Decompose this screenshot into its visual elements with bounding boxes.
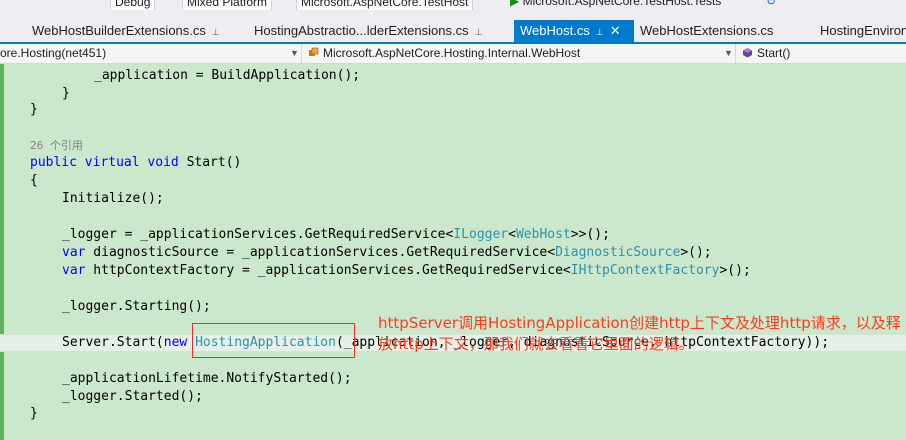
tab-hostingabstractions[interactable]: HostingAbstractio...lderExtensions.cs ⊥	[248, 20, 488, 42]
code-line: {	[30, 173, 38, 188]
annotation-note: httpServer调用HostingApplication创建http上下文及…	[378, 314, 901, 353]
code-text: >();	[680, 245, 712, 260]
keyword: var	[62, 245, 86, 260]
code-text: <	[508, 227, 516, 242]
document-tab-strip: WebHostBuilderExtensions.cs ⊥ HostingAbst…	[0, 10, 906, 44]
code-text: Server.Start(	[62, 335, 164, 350]
code-text: diagnosticSource = _applicationServices.…	[85, 245, 556, 260]
project-label: ore.Hosting(net451)	[0, 46, 107, 60]
class-icon	[309, 47, 319, 56]
member-label: Start()	[757, 46, 791, 60]
code-line-logger: _logger = _applicationServices.GetRequir…	[62, 226, 610, 244]
keyword: void	[147, 155, 179, 170]
pin-icon[interactable]: ⊥	[212, 27, 220, 37]
code-line: _applicationLifetime.NotifyStarted();	[62, 371, 352, 386]
tab-hostingenvironment[interactable]: HostingEnviron	[814, 20, 906, 42]
keyword: var	[62, 263, 86, 278]
member-dropdown[interactable]: Start()	[738, 44, 906, 63]
code-text: httpContextFactory = _applicationService…	[85, 263, 571, 278]
code-line-diagnostic: var diagnosticSource = _applicationServi…	[62, 244, 712, 262]
pin-icon[interactable]: ⊥	[596, 27, 604, 37]
navigation-bar: ore.Hosting(net451) ▼ Microsoft.AspNetCo…	[0, 44, 906, 64]
code-line-method-signature: public virtual void Start()	[30, 154, 241, 172]
keyword: virtual	[84, 155, 140, 170]
config-label: Debug	[115, 0, 151, 9]
chevron-down-icon: ▼	[290, 48, 299, 58]
tab-webhostextensions[interactable]: WebHostExtensions.cs	[634, 20, 779, 42]
type-name: IHttpContextFactory	[570, 263, 720, 278]
code-line: }	[62, 86, 70, 101]
code-text: _logger = _applicationServices.GetRequir…	[62, 227, 454, 242]
keyword: new	[163, 335, 188, 350]
platform-label: Mixed Platform	[187, 0, 268, 9]
type-name: DiagnosticSource	[555, 245, 681, 260]
run-target-label: Microsoft.AspNetCore.TestHost.Tests	[522, 0, 722, 8]
code-line: _logger.Started();	[62, 389, 203, 404]
annotation-highlight-box	[192, 323, 355, 358]
type-dropdown[interactable]: Microsoft.AspNetCore.Hosting.Internal.We…	[304, 44, 736, 63]
change-tracking-margin	[0, 64, 4, 440]
chevron-down-icon: ▼	[724, 48, 733, 58]
pin-icon[interactable]: ⊥	[475, 27, 483, 37]
tab-label: WebHostExtensions.cs	[640, 23, 774, 38]
startup-project-label: Microsoft.AspNetCore.TestHost	[301, 0, 469, 9]
type-name: ILogger	[453, 227, 509, 242]
code-line: _logger.Starting();	[62, 299, 211, 314]
method-icon	[743, 48, 752, 58]
code-editor[interactable]: _application = BuildApplication(); } } 2…	[0, 64, 906, 440]
keyword: public	[30, 155, 77, 170]
code-line: Initialize();	[62, 191, 164, 206]
code-line-httpcontext: var httpContextFactory = _applicationSer…	[62, 262, 751, 280]
code-text: >();	[719, 263, 751, 278]
type-name: WebHost	[515, 227, 571, 242]
project-dropdown[interactable]: ore.Hosting(net451) ▼	[0, 44, 302, 63]
code-text: >>();	[570, 227, 610, 242]
tab-webhostbuilderextensions[interactable]: WebHostBuilderExtensions.cs ⊥	[26, 20, 226, 42]
type-label: Microsoft.AspNetCore.Hosting.Internal.We…	[323, 46, 581, 60]
tab-webhost[interactable]: WebHost.cs ⊥ ✕	[514, 20, 634, 42]
tab-label: HostingEnviron	[820, 23, 906, 38]
code-line: }	[30, 102, 38, 117]
code-line: _application = BuildApplication();	[94, 68, 361, 83]
tab-label: HostingAbstractio...lderExtensions.cs	[254, 23, 469, 38]
reference-count-link[interactable]: 26 个引用	[30, 137, 83, 155]
run-button[interactable]: ▶ Microsoft.AspNetCore.TestHost.Tests	[510, 0, 721, 9]
method-name: Start()	[186, 155, 242, 170]
refresh-icon[interactable]: ↻	[766, 0, 776, 9]
close-icon[interactable]: ✕	[610, 23, 621, 38]
run-icon: ▶	[510, 0, 520, 8]
tab-label: WebHost.cs	[520, 23, 590, 38]
code-line: }	[30, 406, 38, 421]
tab-label: WebHostBuilderExtensions.cs	[32, 23, 206, 38]
